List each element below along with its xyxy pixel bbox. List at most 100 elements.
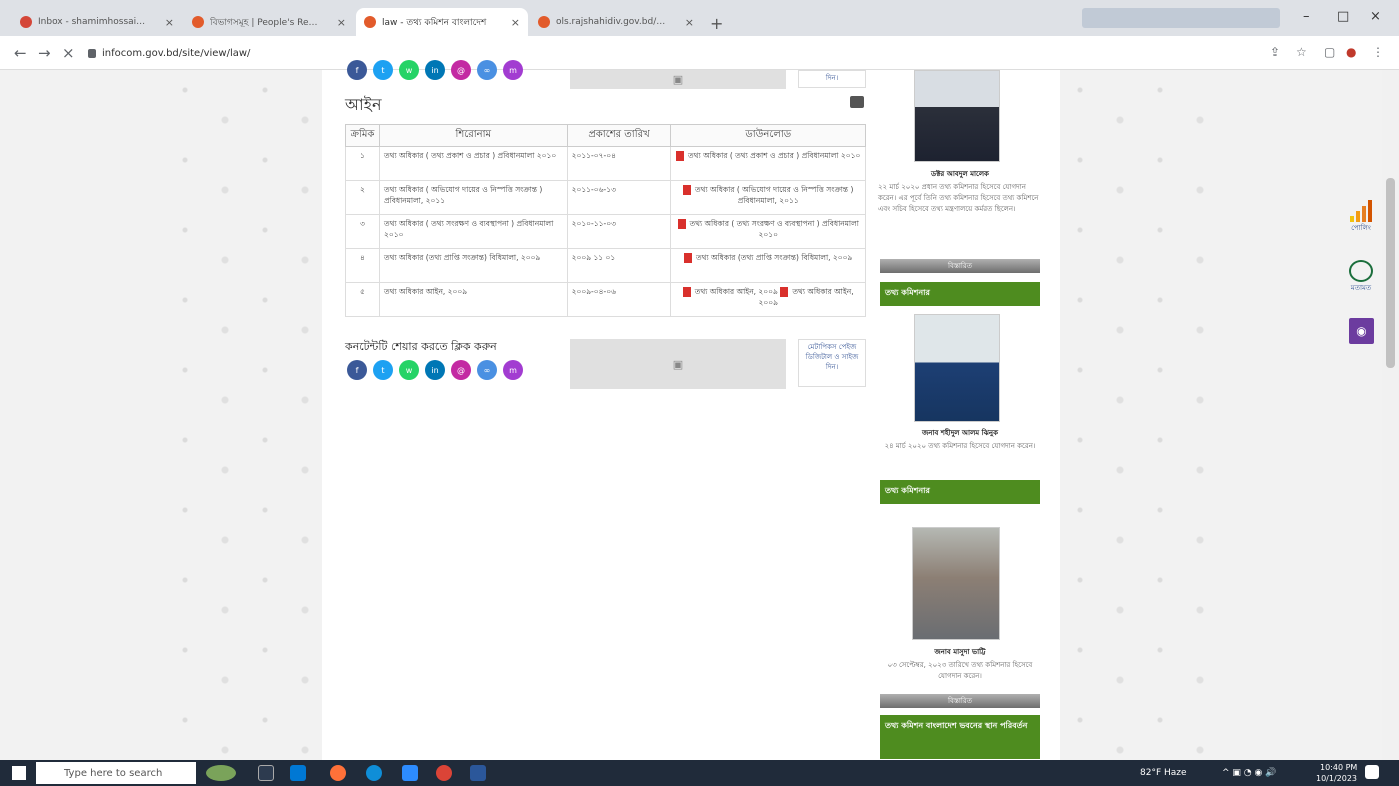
background-pattern-right [1060, 70, 1220, 760]
share-link[interactable]: মেটাপিকস পেইজ ডিজিটাল ও সাইজ দিন। [798, 339, 866, 387]
site-icon [538, 16, 550, 28]
download-link[interactable]: তথ্য অধিকার (তথ্য প্রাপ্তি সংক্রান্ত) বি… [696, 253, 852, 262]
whatsapp-icon[interactable]: w [399, 60, 419, 80]
download-cell: তথ্য অধিকার ( অভিযোগ দায়ের ও নিস্পত্তি … [670, 180, 866, 215]
maximize-button[interactable]: □ [1337, 9, 1349, 24]
tab-departments[interactable]: বিভাগসমূহ | People's Republic o × [184, 8, 354, 36]
windows-taskbar: Type here to search 82°F Haze ^ ▣ ◔ ◉ 🔊 … [0, 760, 1399, 786]
facebook-icon[interactable]: f [347, 60, 367, 80]
email-icon[interactable]: @ [451, 360, 471, 380]
table-row: ৩ তথ্য অধিকার ( তথ্য সংরক্ষণ ও ব্যবস্থাপ… [345, 214, 866, 249]
file-explorer-icon[interactable] [290, 765, 306, 781]
link-icon[interactable]: ∞ [477, 360, 497, 380]
table-row: ৪ তথ্য অধিকার (তথ্য প্রাপ্তি সংক্রান্ত) … [345, 248, 866, 283]
tab-gmail[interactable]: Inbox - shamimhossainms@gm × [12, 8, 182, 36]
chrome-icon[interactable] [436, 765, 452, 781]
download-link[interactable]: তথ্য অধিকার ( তথ্য প্রকাশ ও প্রচার ) প্র… [688, 151, 860, 160]
taskbar-search[interactable]: Type here to search [36, 762, 196, 784]
portrait-chief-commissioner [914, 70, 1000, 162]
link-icon[interactable]: ∞ [477, 60, 497, 80]
star-icon[interactable]: ☆ [1296, 45, 1307, 59]
share-title: কনটেন্টটি শেয়ার করতে ক্লিক করুন [345, 340, 497, 353]
accessibility-icon[interactable]: ◉ [1349, 318, 1374, 344]
tab-law[interactable]: law - তথ্য কমিশন বাংলাদেশ × [356, 8, 528, 36]
close-icon[interactable]: × [685, 16, 694, 29]
pdf-icon [780, 287, 789, 297]
date-cell: ২০১১-০৭-০৪ [566, 146, 672, 181]
bar-chart-icon [1344, 200, 1378, 222]
notification-icon[interactable] [1365, 765, 1379, 779]
section-header: তথ্য কমিশন বাংলাদেশ ভবনের স্থান পরিবর্তন [880, 715, 1040, 759]
person-description: ২২ মার্চ ২০২০ প্রধান তথ্য কমিশনার হিসেবে… [878, 183, 1039, 213]
email-icon[interactable]: @ [451, 60, 471, 80]
download-link[interactable]: তথ্য অধিকার ( তথ্য সংরক্ষণ ও ব্যবস্থাপনা… [690, 219, 859, 239]
download-cell: তথ্য অধিকার (তথ্য প্রাপ্তি সংক্রান্ত) বি… [670, 248, 866, 283]
tab-ols[interactable]: ols.rajshahidiv.gov.bd/bn/site/ × [530, 8, 702, 36]
poll-button[interactable]: পোলিং [1344, 200, 1378, 234]
profile-icon[interactable]: ● [1346, 45, 1356, 59]
facebook-icon[interactable]: f [347, 360, 367, 380]
new-tab-button[interactable]: + [710, 14, 723, 33]
share-link-top[interactable]: দিন। [798, 70, 866, 88]
gmail-icon [20, 16, 32, 28]
poll-label: পোলিং [1351, 224, 1371, 232]
clock-time[interactable]: 10:40 PM [1320, 763, 1357, 772]
column-header: প্রকাশের তারিখ [566, 124, 672, 147]
share-row: f t w in @ ∞ m [347, 360, 523, 380]
browser-tab-strip: Inbox - shamimhossainms@gm × বিভাগসমূহ |… [0, 0, 1399, 36]
stop-icon[interactable]: × [62, 44, 75, 62]
scrollbar-thumb[interactable] [1386, 178, 1395, 368]
date-cell: ২০১০-১১-০৩ [566, 214, 672, 249]
comment-button[interactable]: মতামত [1344, 260, 1378, 294]
serial-cell: ৩ [345, 214, 380, 249]
share-row-top: f t w in @ ∞ m [347, 60, 523, 80]
edge-icon[interactable] [366, 765, 382, 781]
download-link[interactable]: তথ্য অধিকার আইন, ২০০৯ [695, 287, 778, 296]
close-icon[interactable]: × [165, 16, 174, 29]
close-icon[interactable]: × [337, 16, 346, 29]
zoom-icon[interactable] [402, 765, 418, 781]
person-description: ০৩ সেপ্টেম্বর, ২০২৩ তারিখে তথ্য কমিশনার … [887, 661, 1033, 680]
close-icon[interactable]: × [511, 16, 520, 29]
minimize-button[interactable]: – [1303, 9, 1310, 24]
menu-icon[interactable]: ⋮ [1372, 45, 1384, 59]
close-window-button[interactable]: × [1370, 9, 1381, 24]
page-title: আইন [345, 95, 382, 114]
start-icon[interactable] [12, 766, 26, 780]
person-description: ২৪ মার্চ ২০২০ তথ্য কমিশনার হিসেবে যোগদান… [884, 442, 1036, 450]
download-link[interactable]: তথ্য অধিকার ( অভিযোগ দায়ের ও নিস্পত্তি … [695, 185, 853, 205]
site-icon [364, 16, 376, 28]
scrollbar[interactable] [1382, 70, 1399, 760]
linkedin-icon[interactable]: in [425, 60, 445, 80]
firefox-icon[interactable] [330, 765, 346, 781]
tab-title: law - তথ্য কমিশন বাংলাদেশ [382, 17, 487, 28]
print-icon[interactable] [850, 96, 864, 108]
date-cell: ২০১১-০৬-১৩ [566, 180, 672, 215]
portrait-commissioner-1 [914, 314, 1000, 422]
table-row: ১ তথ্য অধিকার ( তথ্য প্রকাশ ও প্রচার ) প… [345, 146, 866, 181]
portrait-commissioner-2 [912, 527, 1000, 640]
messenger-icon[interactable]: m [503, 360, 523, 380]
twitter-icon[interactable]: t [373, 60, 393, 80]
messenger-icon[interactable]: m [503, 60, 523, 80]
task-view-icon[interactable] [258, 765, 274, 781]
address-bar[interactable]: infocom.gov.bd/site/view/law/ [88, 42, 1250, 64]
sidepanel-icon[interactable]: ▢ [1324, 45, 1335, 59]
cortana-icon[interactable] [206, 765, 236, 781]
weather-text[interactable]: 82°F Haze [1140, 768, 1187, 778]
linkedin-icon[interactable]: in [425, 360, 445, 380]
details-bar[interactable]: বিস্তারিত [880, 259, 1040, 273]
share-icon[interactable]: ⇪ [1270, 45, 1280, 59]
details-bar[interactable]: বিস্তারিত [880, 694, 1040, 708]
serial-cell: ১ [345, 146, 380, 181]
back-icon[interactable]: ← [14, 44, 27, 62]
person-name: জনাব মাসুদা ভাট্টি [934, 648, 986, 656]
system-tray-icons[interactable]: ^ ▣ ◔ ◉ 🔊 [1222, 768, 1276, 778]
clock-date[interactable]: 10/1/2023 [1316, 774, 1357, 783]
forward-icon[interactable]: → [38, 44, 51, 62]
whatsapp-icon[interactable]: w [399, 360, 419, 380]
column-header: ডাউনলোড [670, 124, 866, 147]
table-row: ২ তথ্য অধিকার ( অভিযোগ দায়ের ও নিস্পত্ত… [345, 180, 866, 215]
twitter-icon[interactable]: t [373, 360, 393, 380]
word-icon[interactable] [470, 765, 486, 781]
